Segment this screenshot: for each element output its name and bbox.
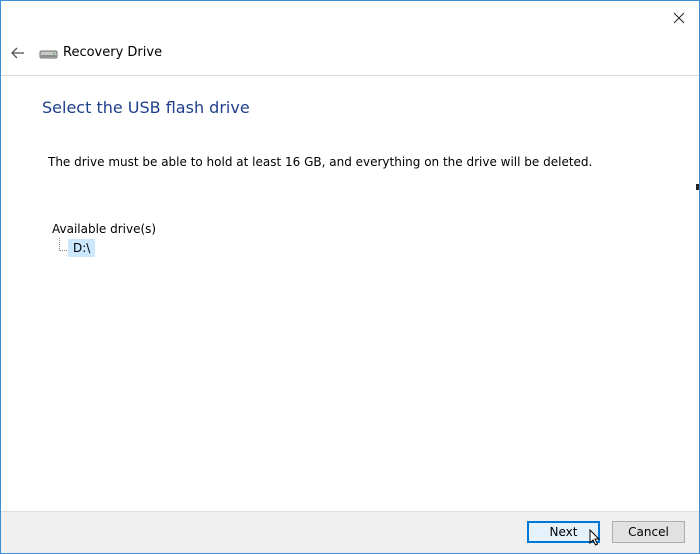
page-title: Select the USB flash drive: [42, 98, 250, 117]
back-arrow-icon: [11, 47, 24, 59]
instruction-text: The drive must be able to hold at least …: [48, 155, 593, 169]
navigation-bar: Recovery Drive: [1, 33, 699, 75]
wizard-content: Select the USB flash drive The drive mus…: [1, 75, 699, 512]
edge-marker: [696, 184, 699, 190]
close-icon: [673, 12, 685, 24]
cancel-button[interactable]: Cancel: [612, 521, 685, 543]
close-button[interactable]: [663, 5, 695, 31]
title-bar: [1, 1, 699, 33]
mouse-cursor-icon: [589, 529, 601, 546]
window-title: Recovery Drive: [63, 45, 163, 60]
recovery-drive-window: Recovery Drive Select the USB flash driv…: [0, 0, 700, 554]
drive-item-d[interactable]: D:\: [68, 239, 96, 257]
drive-icon: [39, 50, 58, 59]
back-button[interactable]: [7, 43, 29, 63]
available-drives-label: Available drive(s): [52, 222, 157, 236]
